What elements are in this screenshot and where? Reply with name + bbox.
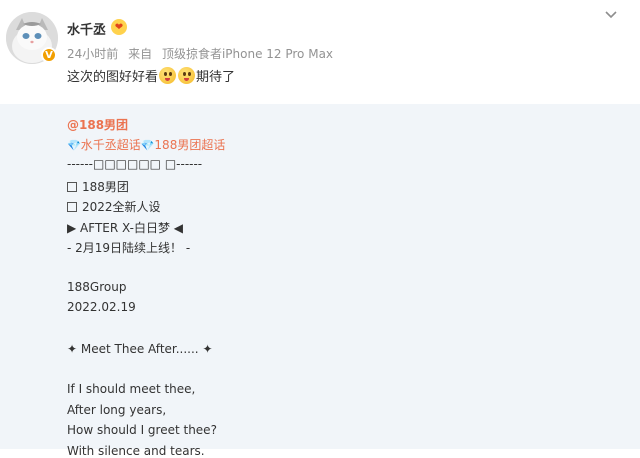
topic-link[interactable]: 188男团超话 — [154, 138, 225, 152]
username[interactable]: 水千丞 — [67, 19, 106, 38]
post-time[interactable]: 24小时前 — [67, 47, 118, 61]
post-source[interactable]: 顶级掠食者iPhone 12 Pro Max — [162, 47, 333, 61]
text-line: After long years, — [67, 403, 167, 417]
diamond-icon: 💎 — [140, 139, 155, 152]
text-line: 2022全新人设 — [67, 198, 161, 215]
text-line: How should I greet thee? — [67, 423, 217, 437]
post-meta: 24小时前 来自 顶级掠食者iPhone 12 Pro Max — [67, 45, 339, 62]
text-line: 188Group — [67, 280, 127, 294]
checkbox-icon — [67, 182, 77, 192]
text-line: - 2月19日陆续上线！ - — [67, 241, 191, 255]
drooling-face-icon — [178, 67, 196, 84]
topic-links: 💎水千丞超话💎188男团超话 — [67, 136, 225, 153]
text-line: ✦ Meet Thee After...... ✦ — [67, 342, 213, 356]
drooling-face-icon — [159, 67, 177, 84]
mention-link[interactable]: @188男团 — [67, 116, 128, 133]
post-source-prefix: 来自 — [128, 47, 153, 61]
checkbox-icon — [67, 202, 77, 212]
heart-badge-icon: ❤ — [111, 19, 127, 35]
topic-link[interactable]: 水千丞超话 — [81, 138, 141, 152]
text-line: If I should meet thee, — [67, 382, 196, 396]
text-line: With silence and tears. — [67, 444, 205, 458]
text-line: 188男团 — [67, 178, 129, 195]
post-text-before: 这次的图好好看 — [67, 70, 159, 85]
post-text: 这次的图好好看 期待了 — [67, 66, 235, 85]
repost-card[interactable]: @188男团 💎水千丞超话💎188男团超话 ------□□□□□□ □----… — [0, 104, 640, 458]
text-line: 2022.02.19 — [67, 300, 136, 314]
text-line: ▶ AFTER X-白日梦 ◀ — [67, 221, 184, 235]
diamond-icon: 💎 — [67, 139, 81, 152]
post-header: V 水千丞 ❤ 24小时前 来自 顶级掠食者iPhone 12 Pro Max … — [0, 0, 640, 104]
post-text-after: 期待了 — [196, 70, 236, 85]
chevron-down-icon[interactable] — [604, 8, 618, 22]
text-line: ------□□□□□□ □------ — [67, 157, 203, 171]
verified-badge-icon: V — [41, 47, 57, 63]
